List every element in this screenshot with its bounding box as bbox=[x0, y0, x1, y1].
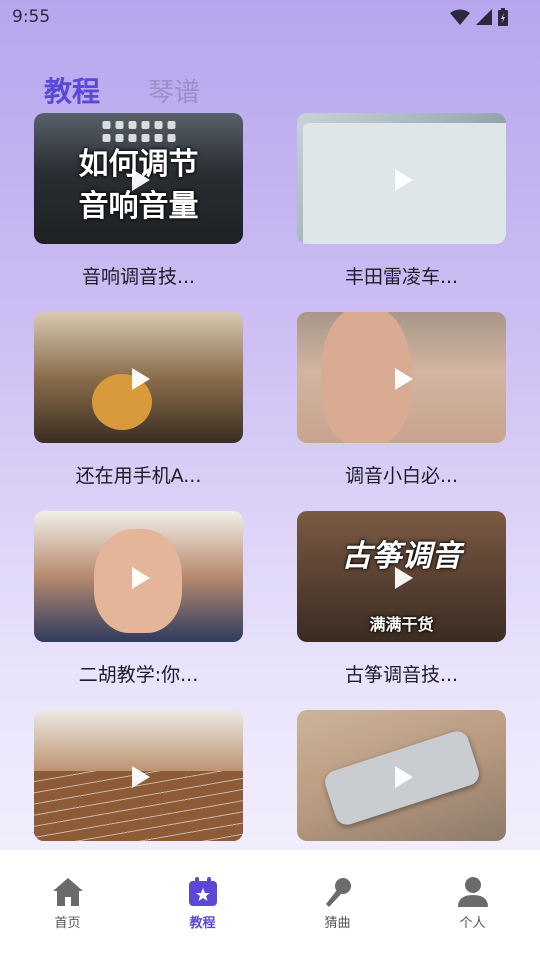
video-title: 音响调音技... bbox=[81, 266, 196, 288]
video-title: 丰田雷凌车... bbox=[344, 266, 459, 288]
play-icon bbox=[131, 367, 150, 390]
video-card[interactable]: 古筝调音 满满干货 古筝调音技... bbox=[297, 511, 506, 710]
tab-sheet-music[interactable]: 琴谱 bbox=[148, 72, 200, 109]
video-title: 二胡教学:你... bbox=[78, 664, 199, 686]
status-bar: 9:55 bbox=[0, 0, 540, 34]
person-icon bbox=[457, 877, 488, 907]
video-card[interactable]: 丰田雷凌车... bbox=[297, 113, 506, 312]
video-thumbnail[interactable] bbox=[297, 312, 506, 443]
video-thumbnail[interactable] bbox=[34, 511, 243, 642]
video-title: 调音小白必... bbox=[344, 465, 459, 487]
video-thumbnail[interactable] bbox=[34, 312, 243, 443]
nav-profile[interactable]: 个人 bbox=[428, 876, 518, 931]
bottom-navigation: 首页 教程 猜曲 个人 bbox=[0, 850, 540, 960]
nav-guess-song[interactable]: 猜曲 bbox=[293, 876, 383, 931]
play-icon bbox=[394, 168, 413, 191]
video-grid: 如何调节 音响音量 音响调音技... 丰田雷凌车... 还在用手机A... 调音… bbox=[34, 113, 506, 909]
tab-tutorial[interactable]: 教程 bbox=[44, 70, 100, 110]
play-icon bbox=[394, 367, 413, 390]
status-icons bbox=[450, 8, 508, 26]
category-tabs: 教程 琴谱 bbox=[44, 70, 200, 110]
status-time: 9:55 bbox=[12, 7, 51, 27]
calendar-star-icon bbox=[188, 877, 217, 906]
video-thumbnail[interactable] bbox=[34, 710, 243, 841]
play-icon bbox=[394, 765, 413, 788]
nav-label: 个人 bbox=[459, 916, 486, 931]
thumbnail-caption: 满满干货 bbox=[369, 615, 434, 634]
nav-label: 首页 bbox=[54, 916, 81, 931]
play-icon bbox=[131, 566, 150, 589]
video-card[interactable]: 如何调节 音响音量 音响调音技... bbox=[34, 113, 243, 312]
nav-label: 猜曲 bbox=[324, 916, 351, 931]
video-card[interactable]: 还在用手机A... bbox=[34, 312, 243, 511]
play-icon bbox=[131, 168, 150, 191]
nav-home[interactable]: 首页 bbox=[23, 876, 113, 931]
home-icon bbox=[52, 878, 83, 906]
nav-label: 教程 bbox=[189, 916, 216, 931]
wifi-icon bbox=[450, 9, 470, 25]
video-card[interactable]: 调音小白必... bbox=[297, 312, 506, 511]
video-thumbnail[interactable]: 古筝调音 满满干货 bbox=[297, 511, 506, 642]
video-title: 还在用手机A... bbox=[75, 465, 202, 487]
play-icon bbox=[131, 765, 150, 788]
video-thumbnail[interactable]: 如何调节 音响音量 bbox=[34, 113, 243, 244]
signal-icon bbox=[476, 9, 492, 25]
video-title: 古筝调音技... bbox=[344, 664, 459, 686]
nav-tutorial[interactable]: 教程 bbox=[158, 876, 248, 931]
video-card[interactable]: 二胡教学:你... bbox=[34, 511, 243, 710]
battery-icon bbox=[498, 8, 508, 26]
play-icon bbox=[394, 566, 413, 589]
video-thumbnail[interactable] bbox=[297, 113, 506, 244]
microphone-icon bbox=[325, 878, 351, 907]
video-thumbnail[interactable] bbox=[297, 710, 506, 841]
